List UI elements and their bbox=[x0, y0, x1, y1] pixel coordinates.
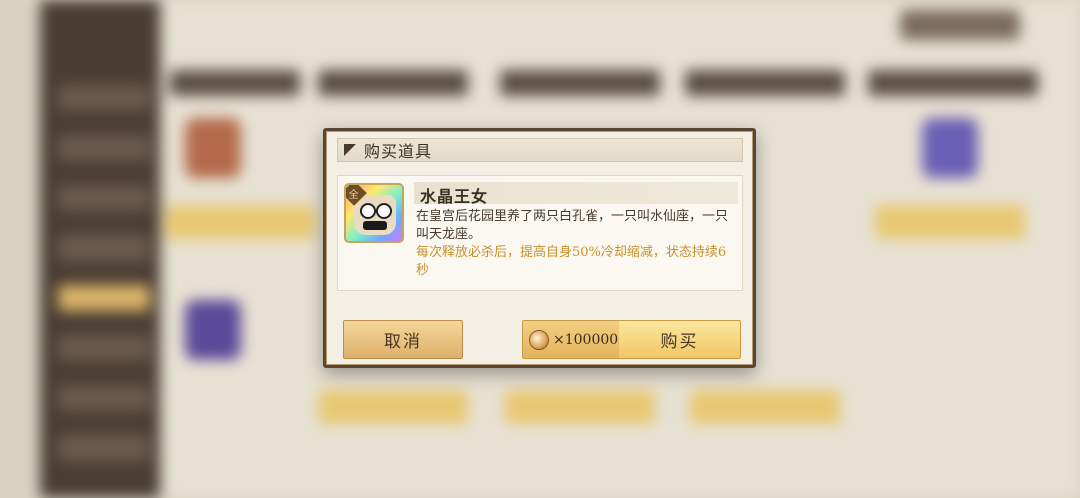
buy-button-label: 购买 bbox=[660, 332, 699, 352]
cancel-button[interactable]: 取消 bbox=[343, 320, 463, 359]
dialog-title: 购买道具 bbox=[364, 142, 433, 161]
background-item-icon bbox=[922, 118, 978, 178]
item-description: 在皇宫后花园里养了两只白孔雀，一只叫水仙座，一只叫天龙座。 bbox=[416, 209, 729, 242]
item-name-bar: 水晶王女 bbox=[414, 182, 738, 206]
background-item-icon bbox=[185, 300, 241, 360]
corner-marker-icon bbox=[344, 144, 356, 156]
dialog-title-bar: 购买道具 bbox=[337, 138, 743, 162]
crystal-princess-portrait-icon: 全 bbox=[344, 183, 404, 243]
background-card-header bbox=[868, 70, 1038, 96]
background-sidebar-item bbox=[58, 385, 150, 411]
item-info-panel: 全 水晶王女 在皇宫后花园里养了两只白孔雀，一只叫水仙座，一只叫天龙座。 每次释… bbox=[337, 175, 743, 291]
background-sidebar-item bbox=[58, 285, 150, 311]
background-item-icon bbox=[185, 118, 241, 178]
background-card-header bbox=[318, 70, 468, 96]
item-effect: 每次释放必杀后，提高自身50%冷却缩减，状态持续6秒 bbox=[416, 245, 727, 278]
background-card-header bbox=[500, 70, 660, 96]
price-box: ×100000 bbox=[523, 321, 619, 358]
portrait-mouth bbox=[363, 221, 387, 230]
price-text: ×100000 bbox=[553, 331, 619, 348]
cancel-button-label: 取消 bbox=[384, 332, 422, 352]
portrait-eye bbox=[376, 203, 392, 219]
background-sidebar-item bbox=[58, 185, 150, 211]
buy-button[interactable]: ×100000 购买 bbox=[522, 320, 741, 359]
item-name: 水晶王女 bbox=[420, 187, 489, 206]
coin-icon bbox=[529, 329, 549, 350]
background-card-header bbox=[170, 70, 300, 96]
background-price-bar bbox=[875, 205, 1025, 239]
background-price-bar bbox=[690, 390, 840, 424]
background-price-bar bbox=[505, 390, 655, 424]
background-price-bar bbox=[318, 390, 468, 424]
background-card-header bbox=[685, 70, 845, 96]
portrait-eye bbox=[360, 203, 376, 219]
background-sidebar-item bbox=[58, 435, 150, 461]
background-sidebar-item bbox=[58, 235, 150, 261]
purchase-dialog: 购买道具 全 水晶王女 在皇宫后花园里养了两只白孔雀，一只叫水仙座，一只叫天龙座… bbox=[323, 128, 756, 368]
background-price-bar bbox=[165, 205, 315, 239]
rarity-badge-text: 全 bbox=[349, 189, 359, 201]
background-currency-display bbox=[900, 10, 1020, 40]
background-sidebar-item bbox=[58, 335, 150, 361]
background-sidebar-item bbox=[58, 85, 150, 111]
background-sidebar-item bbox=[58, 135, 150, 161]
